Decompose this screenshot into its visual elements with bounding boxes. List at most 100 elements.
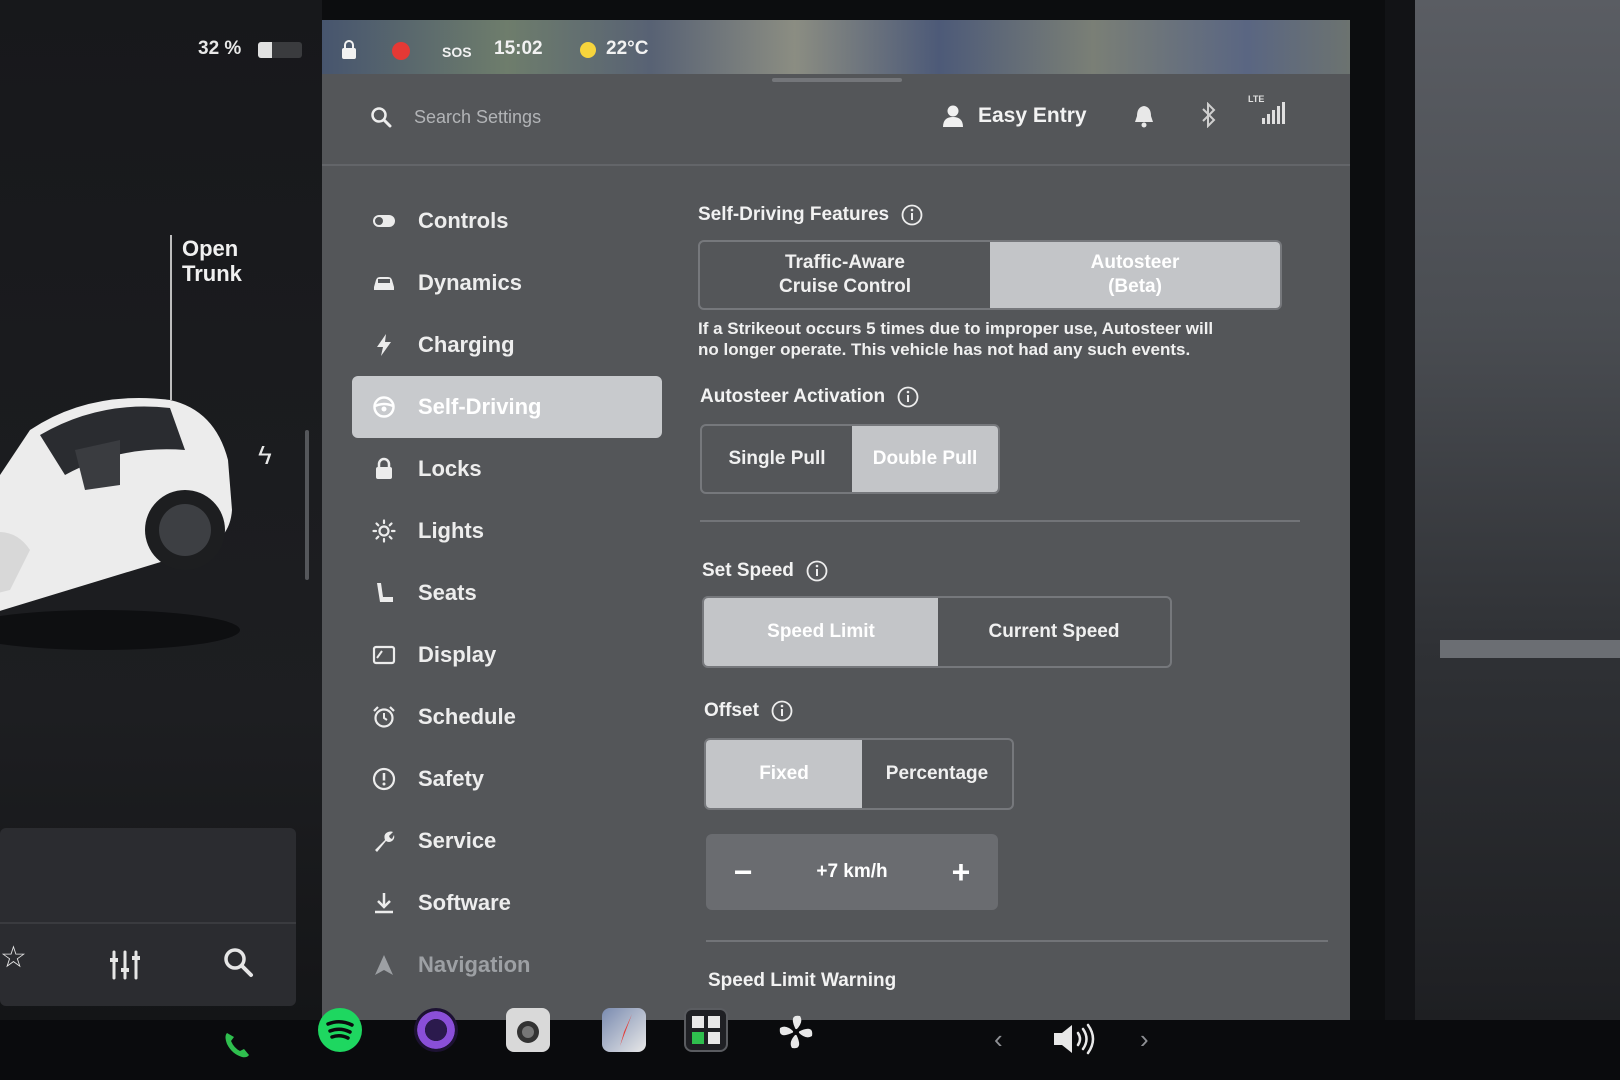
increase-offset-button[interactable]: + (946, 854, 976, 891)
clock-time: 15:02 (494, 38, 543, 59)
sliders-icon[interactable] (108, 948, 142, 982)
option-fixed[interactable]: Fixed (706, 740, 862, 808)
sidebar-item-dynamics[interactable]: Dynamics (352, 252, 662, 314)
settings-top-bar: Easy Entry LTE (322, 86, 1350, 166)
dashcam-viewer-icon[interactable] (506, 1008, 550, 1052)
bolt-icon (377, 334, 391, 356)
sidebar-item-schedule[interactable]: Schedule (352, 686, 662, 748)
info-icon[interactable] (806, 560, 828, 582)
section-title-text: Set Speed (702, 560, 794, 581)
cellular-signal-icon (1262, 102, 1285, 124)
sidebar-item-label: Self-Driving (418, 394, 542, 419)
grid-icon (692, 1016, 720, 1044)
open-trunk-button[interactable]: Open Trunk (182, 236, 272, 286)
dashcam-recording-icon[interactable] (392, 42, 410, 60)
sidebar-item-charging[interactable]: Charging (352, 314, 662, 376)
driver-profile-name[interactable]: Easy Entry (978, 104, 1087, 128)
sidebar-item-software[interactable]: Software (352, 872, 662, 934)
strikeout-note: If a Strikeout occurs 5 times due to imp… (698, 318, 1278, 360)
search-icon[interactable] (370, 106, 392, 128)
outside-temperature: 22°C (606, 38, 649, 59)
notification-bell-icon[interactable] (1134, 104, 1154, 128)
option-single-pull[interactable]: Single Pull (702, 426, 852, 492)
sidebar-item-label: Dynamics (418, 270, 522, 295)
option-double-pull[interactable]: Double Pull (852, 426, 998, 492)
climate-fan-icon[interactable] (774, 1010, 818, 1054)
offset-stepper: − +7 km/h + (706, 834, 998, 910)
option-traffic-aware-cruise-control[interactable]: Traffic-Aware Cruise Control (700, 242, 990, 308)
battery-icon (258, 42, 302, 58)
note-line2: no longer operate. This vehicle has not … (698, 340, 1191, 359)
spotify-icon[interactable] (318, 1008, 362, 1052)
volume-icon[interactable] (1052, 1022, 1098, 1056)
sidebar-item-safety[interactable]: Safety (352, 748, 662, 810)
sidebar-item-controls[interactable]: Controls (352, 190, 662, 252)
lock-icon (376, 457, 392, 479)
lock-status-icon (342, 40, 356, 59)
sidebar-item-service[interactable]: Service (352, 810, 662, 872)
sidebar-item-self-driving[interactable]: Self-Driving (352, 376, 662, 438)
offset-title: Offset (704, 700, 793, 722)
info-icon[interactable] (897, 386, 919, 408)
sun-icon (372, 519, 396, 543)
settings-sidebar: Controls Dynamics Charging Self-Driving … (352, 190, 662, 996)
chevron-right-icon[interactable]: › (1140, 1024, 1149, 1055)
sidebar-item-label: Safety (418, 766, 485, 791)
self-driving-features-title: Self-Driving Features (698, 204, 923, 226)
autosteer-activation-selector: Single Pull Double Pull (700, 424, 1000, 494)
camera-app-icon[interactable] (414, 1008, 458, 1052)
car-icon (374, 277, 394, 290)
info-icon[interactable] (901, 204, 923, 226)
sidebar-item-lights[interactable]: Lights (352, 500, 662, 562)
sidebar-item-display[interactable]: Display (352, 624, 662, 686)
sidebar-item-navigation[interactable]: Navigation (352, 934, 662, 996)
sidebar-item-label: Charging (418, 332, 515, 357)
info-icon[interactable] (771, 700, 793, 722)
option-label-line1: Traffic-Aware (784, 252, 905, 273)
screen-bezel (1385, 0, 1415, 1080)
bluetooth-icon[interactable] (1200, 102, 1218, 128)
note-line1: If a Strikeout occurs 5 times due to imp… (698, 319, 1214, 338)
sidebar-item-locks[interactable]: Locks (352, 438, 662, 500)
car-image (0, 398, 240, 650)
sidebar-item-label: Service (418, 828, 497, 853)
car-pane-scrollbar[interactable] (305, 430, 309, 580)
alert-circle-icon (372, 767, 396, 791)
option-current-speed[interactable]: Current Speed (938, 598, 1170, 666)
chevron-left-icon[interactable]: ‹ (994, 1024, 1003, 1055)
lens-icon (517, 1021, 539, 1043)
seat-icon (377, 583, 393, 602)
sidebar-item-label: Seats (418, 580, 477, 605)
map-status-strip[interactable]: SOS 15:02 22°C (322, 20, 1350, 74)
option-speed-limit[interactable]: Speed Limit (704, 598, 938, 666)
set-speed-selector: Speed Limit Current Speed (702, 596, 1172, 668)
app-launcher-icon[interactable] (684, 1008, 728, 1052)
pull-down-handle[interactable] (772, 78, 902, 82)
toggle-icon (373, 215, 395, 227)
option-autosteer-beta[interactable]: Autosteer (Beta) (990, 242, 1280, 308)
screen: 32 % Open Trunk ϟ ☆ SOS 15:02 22°C Searc… (0, 0, 1620, 1080)
battery-level-fill (258, 42, 273, 58)
open-trunk-label-line2: Trunk (182, 261, 242, 286)
decrease-offset-button[interactable]: − (728, 854, 758, 891)
charge-port-bolt-icon[interactable]: ϟ (258, 440, 272, 471)
sidebar-item-label: Software (418, 890, 511, 915)
search-settings-input[interactable] (414, 100, 774, 134)
option-percentage[interactable]: Percentage (862, 740, 1012, 808)
section-divider (706, 940, 1328, 942)
navigation-app-icon[interactable] (602, 1008, 646, 1052)
sidebar-item-label: Locks (418, 456, 482, 481)
autosteer-activation-title: Autosteer Activation (700, 386, 919, 408)
weather-sun-icon (580, 42, 596, 58)
sos-indicator[interactable]: SOS (442, 44, 472, 60)
sidebar-item-seats[interactable]: Seats (352, 562, 662, 624)
section-title-text: Offset (704, 700, 759, 721)
profile-icon[interactable] (942, 104, 964, 128)
phone-icon[interactable] (222, 1030, 252, 1060)
search-icon[interactable] (222, 946, 254, 978)
battery-percent: 32 % (198, 38, 242, 59)
self-driving-features-selector: Traffic-Aware Cruise Control Autosteer (Be… (698, 240, 1282, 310)
star-icon[interactable]: ☆ (0, 940, 27, 975)
option-label-line1: Autosteer (1090, 252, 1180, 273)
section-divider (700, 520, 1300, 522)
